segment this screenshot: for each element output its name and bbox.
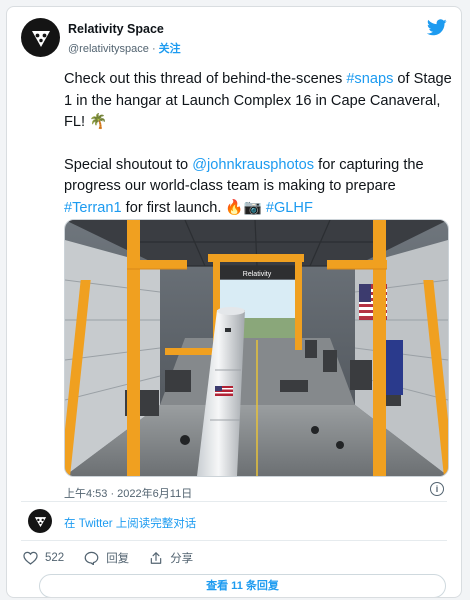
author-handle[interactable]: @relativityspace	[68, 43, 149, 55]
tweet-photo[interactable]: Relativity	[64, 219, 449, 477]
follow-button[interactable]: 关注	[159, 43, 181, 55]
tweet-text: Check out this thread of behind-the-scen…	[64, 69, 454, 219]
action-bar: 522 回复 分享	[23, 550, 213, 566]
like-button[interactable]: 522	[23, 551, 64, 565]
view-replies-button[interactable]: 查看 11 条回复	[39, 574, 446, 597]
divider-bottom	[21, 540, 447, 541]
hashtag-snaps[interactable]: #snaps	[346, 71, 393, 87]
reply-icon	[84, 551, 99, 565]
author-handle-row: @relativityspace · 关注	[68, 40, 181, 56]
share-label: 分享	[170, 553, 194, 565]
hangar-sign-text: Relativity	[243, 271, 272, 278]
share-button[interactable]: 分享	[149, 550, 193, 566]
read-conversation-link[interactable]: 在 Twitter 上阅读完整对话	[64, 515, 196, 531]
tweet-paragraph-2: Special shoutout to @johnkrausphotos for…	[64, 156, 424, 216]
twitter-bird-icon[interactable]	[426, 19, 447, 41]
author-name[interactable]: Relativity Space	[68, 22, 164, 36]
hashtag-terran1[interactable]: #Terran1	[64, 200, 122, 216]
reply-label: 回复	[106, 553, 130, 565]
tweet-timestamp[interactable]: 上午4:53 · 2022年6月11日	[64, 485, 192, 501]
tweet-paragraph-1: Check out this thread of behind-the-scen…	[64, 71, 452, 130]
relativity-logo-icon	[31, 30, 50, 47]
read-avatar[interactable]	[28, 509, 52, 533]
relativity-logo-small-icon	[34, 516, 46, 527]
hashtag-glhf[interactable]: #GLHF	[266, 200, 313, 216]
hangar-photo-illustration: Relativity	[65, 220, 448, 476]
heart-icon	[23, 551, 38, 565]
author-avatar[interactable]	[21, 18, 60, 57]
handle-separator: ·	[151, 43, 156, 55]
divider-top	[21, 501, 447, 502]
mention-johnkrausphotos[interactable]: @johnkrausphotos	[192, 157, 314, 173]
tweet-card: Relativity Space @relativityspace · 关注 C…	[6, 6, 462, 598]
like-count: 522	[45, 552, 65, 564]
info-icon[interactable]: i	[430, 482, 444, 496]
reply-button[interactable]: 回复	[84, 550, 129, 566]
share-icon	[150, 552, 162, 564]
